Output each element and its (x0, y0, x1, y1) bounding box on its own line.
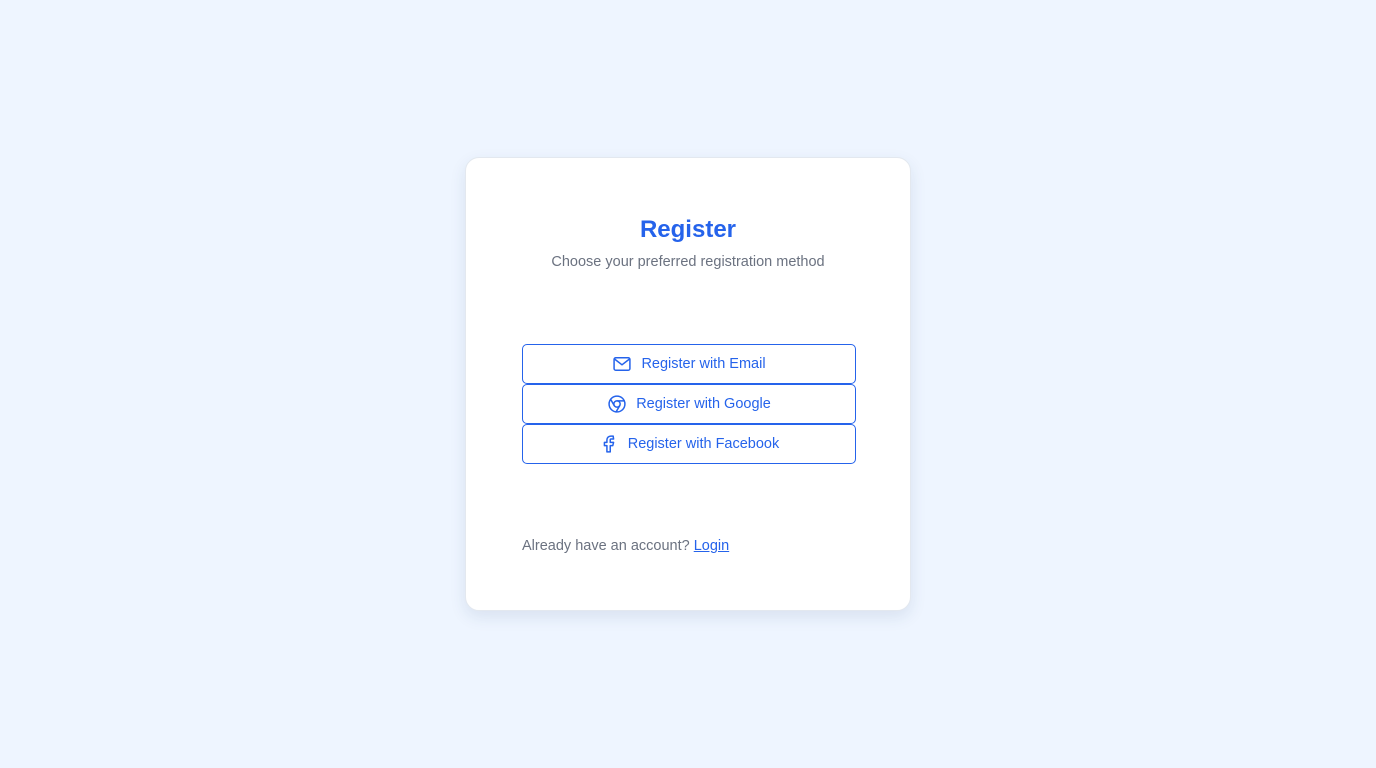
register-google-button[interactable]: Register with Google (522, 384, 856, 424)
login-link[interactable]: Login (694, 538, 729, 554)
register-card: Register Choose your preferred registrat… (465, 157, 911, 611)
page-title: Register (639, 216, 737, 243)
page-subtitle: Choose your preferred registration metho… (551, 254, 825, 270)
facebook-icon (599, 434, 619, 454)
register-facebook-label: Register with Facebook (627, 436, 780, 452)
register-google-label: Register with Google (636, 396, 771, 412)
login-prompt: Already have an account? Login (522, 536, 729, 556)
register-facebook-button[interactable]: Register with Facebook (522, 424, 856, 464)
login-prompt-text: Already have an account? (522, 538, 690, 554)
registration-methods: Register with Email Register with Google (522, 344, 856, 464)
register-email-button[interactable]: Register with Email (522, 344, 856, 384)
mail-icon (612, 354, 632, 374)
chrome-icon (607, 394, 627, 414)
register-email-label: Register with Email (641, 356, 766, 372)
